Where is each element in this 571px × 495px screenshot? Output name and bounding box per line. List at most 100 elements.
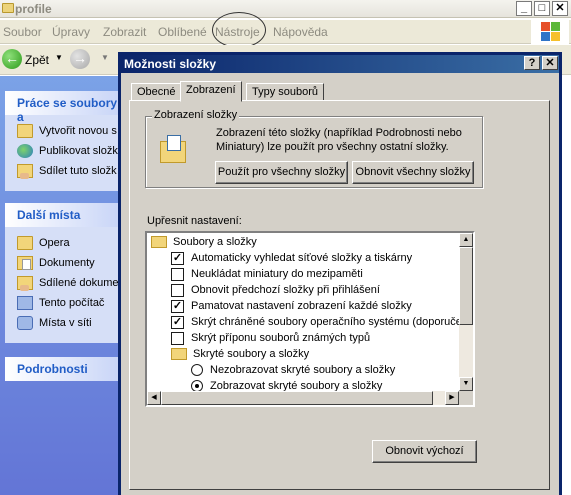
places-panel: Další místa Opera Dokumenty Sdílené doku… [5,203,125,343]
place-opera[interactable]: Opera [17,233,125,253]
back-dropdown-icon[interactable]: ▼ [55,53,63,62]
folder-view-legend: Zobrazení složky [152,109,240,121]
advanced-setting-item[interactable]: Neukládat miniatury do mezipaměti [147,266,459,282]
folder-icon [171,348,187,360]
places-header[interactable]: Další místa [5,203,125,227]
folder-view-group: Zobrazení složky Zobrazení této složky (… [145,109,483,188]
publish-icon [17,144,33,158]
place-documents[interactable]: Dokumenty [17,253,125,273]
window-titlebar: profile _ □ ✕ [0,0,571,18]
advanced-settings-list: Soubory a složky ✓ Automaticky vyhledat sí… [145,231,475,407]
task-new-folder[interactable]: Vytvořit novou s [17,121,125,141]
close-window-button[interactable]: ✕ [552,1,568,16]
advanced-setting-item[interactable]: Skrýt příponu souborů známých typů [147,330,459,346]
tab-file-types[interactable]: Typy souborů [246,83,325,101]
checkbox-checked[interactable]: ✓ [171,299,184,313]
advanced-settings-label: Upřesnit nastavení: [147,215,242,227]
menu-upravy[interactable]: Úpravy [52,25,90,39]
radio-unselected[interactable] [191,364,203,376]
scroll-right-icon[interactable]: ▶ [445,391,459,405]
place-shared-documents[interactable]: Sdílené dokumen [17,273,125,293]
checkbox-unchecked[interactable] [171,331,184,345]
advanced-setting-item: Soubory a složky [147,234,459,250]
advanced-setting-label: Obnovit předchozí složky při přihlášení [191,284,380,296]
folder-options-dialog: Možnosti složky ? ✕ Obecné Zobrazení Typ… [118,52,562,495]
place-network[interactable]: Místa v síti [17,313,125,333]
advanced-setting-item[interactable]: Zobrazovat skryté soubory a složky [147,378,459,391]
radio-selected[interactable] [191,380,203,391]
vertical-scrollbar[interactable]: ▲ ▼ [459,233,473,391]
scroll-up-icon[interactable]: ▲ [459,233,473,247]
task-publish[interactable]: Publikovat složky [17,141,125,161]
maximize-button[interactable]: □ [534,1,550,16]
checkbox-checked[interactable]: ✓ [171,315,184,329]
advanced-setting-item: Skryté soubory a složky [147,346,459,362]
menu-soubor[interactable]: Soubor [3,25,42,39]
scroll-corner [459,391,473,405]
shared-folder-icon [17,276,33,291]
folder-view-description: Zobrazení této složky (například Podrobn… [216,127,462,153]
minimize-button[interactable]: _ [516,1,532,16]
menubar: Soubor Úpravy Zobrazit Oblíbené Nástroje… [0,20,571,44]
network-icon [17,316,33,330]
advanced-setting-label: Nezobrazovat skryté soubory a složky [210,364,396,376]
dialog-body: Obecné Zobrazení Typy souborů Zobrazení … [121,73,559,495]
folder-view-icon [160,135,186,165]
folder-icon [2,3,14,13]
help-button[interactable]: ? [524,56,540,70]
checkbox-checked[interactable]: ✓ [171,251,184,265]
details-header[interactable]: Podrobnosti [5,357,125,381]
windows-logo-icon [531,20,569,44]
advanced-setting-label: Skrýt příponu souborů známých typů [191,332,371,344]
checkbox-unchecked[interactable] [171,267,184,281]
tab-general[interactable]: Obecné [131,83,182,101]
scroll-down-icon[interactable]: ▼ [459,377,473,391]
advanced-settings-items: Soubory a složky ✓ Automaticky vyhledat sí… [147,233,459,391]
forward-dropdown-icon[interactable]: ▼ [101,53,109,62]
dialog-close-button[interactable]: ✕ [542,56,558,70]
new-folder-icon [17,124,33,138]
advanced-setting-label: Zobrazovat skryté soubory a složky [210,380,383,391]
scroll-left-icon[interactable]: ◀ [147,391,161,405]
forward-arrow-icon[interactable]: → [70,49,90,69]
documents-icon [17,256,33,270]
advanced-setting-label: Neukládat miniatury do mezipaměti [191,268,363,280]
highlight-circle [212,12,266,48]
advanced-setting-label: Soubory a složky [173,236,257,248]
dialog-titlebar: Možnosti složky ? ✕ [121,55,559,73]
horizontal-scrollbar[interactable]: ◀ ▶ [147,391,459,405]
dialog-title: Možnosti složky [124,57,217,71]
task-pane: Práce se soubory a Vytvořit novou s Publ… [0,76,125,495]
window-title: profile [15,2,52,16]
menu-oblibene[interactable]: Oblíbené [158,25,207,39]
vertical-scroll-thumb[interactable] [459,247,473,325]
advanced-setting-label: Skryté soubory a složky [193,348,310,360]
back-arrow-icon[interactable]: ← [2,49,22,69]
tab-view[interactable]: Zobrazení [180,81,242,102]
task-share[interactable]: Sdílet tuto složk [17,161,125,181]
folder-icon [17,236,33,250]
share-folder-icon [17,164,33,179]
horizontal-scroll-thumb[interactable] [161,391,433,405]
folder-icon [151,236,167,248]
tasks-header[interactable]: Práce se soubory a [5,91,125,124]
advanced-setting-label: Automaticky vyhledat síťové složky a tis… [191,252,413,264]
advanced-setting-item[interactable]: ✓ Pamatovat nastavení zobrazení každé slo… [147,298,459,314]
advanced-setting-item[interactable]: Nezobrazovat skryté soubory a složky [147,362,459,378]
details-panel: Podrobnosti [5,357,125,381]
menu-napoveda[interactable]: Nápověda [273,25,328,39]
place-my-computer[interactable]: Tento počítač [17,293,125,313]
advanced-setting-label: Skrýt chráněné soubory operačního systém… [191,316,459,328]
apply-to-all-folders-button[interactable]: Použít pro všechny složky [215,161,348,184]
reset-all-folders-button[interactable]: Obnovit všechny složky [352,161,474,184]
advanced-setting-item[interactable]: ✓ Automaticky vyhledat síťové složky a ti… [147,250,459,266]
computer-icon [17,296,33,310]
tasks-panel: Práce se soubory a Vytvořit novou s Publ… [5,91,125,191]
checkbox-unchecked[interactable] [171,283,184,297]
advanced-setting-item[interactable]: ✓ Skrýt chráněné soubory operačního systé… [147,314,459,330]
back-button[interactable]: Zpět [25,53,49,67]
advanced-setting-label: Pamatovat nastavení zobrazení každé slož… [191,300,412,312]
restore-defaults-button[interactable]: Obnovit výchozí [372,440,477,463]
menu-zobrazit[interactable]: Zobrazit [103,25,146,39]
advanced-setting-item[interactable]: Obnovit předchozí složky při přihlášení [147,282,459,298]
